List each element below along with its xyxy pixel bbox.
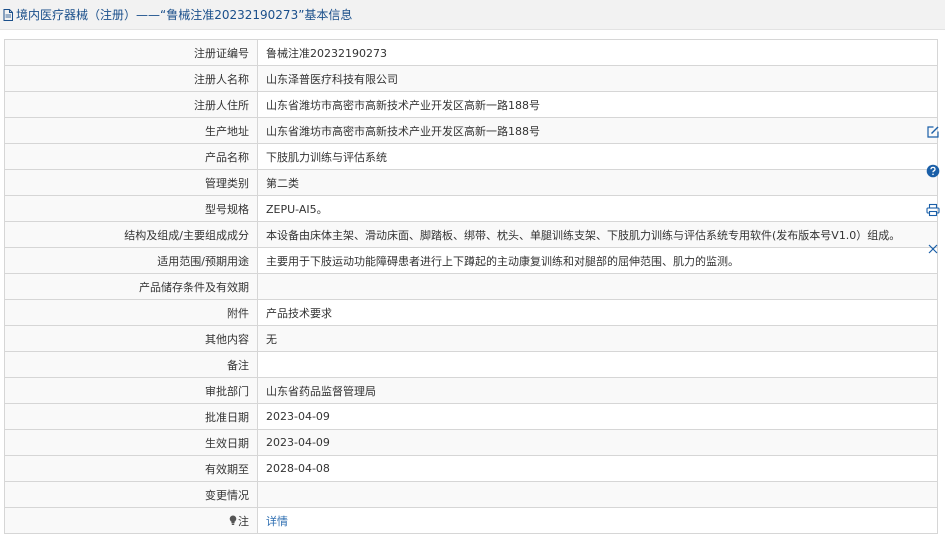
row-value-note: 详情 [257,507,938,534]
table-row: 注册人住所 山东省潍坊市高密市高新技术产业开发区高新一路188号 [4,91,938,118]
row-label-expiry-date: 有效期至 [4,455,258,482]
row-value-intended-use: 主要用于下肢运动功能障碍患者进行上下蹲起的主动康复训练和对腿部的屈伸范围、肌力的… [257,247,938,274]
row-value-management-class: 第二类 [257,169,938,196]
page-title: 境内医疗器械（注册）——“鲁械注准20232190273”基本信息 [16,8,353,22]
page-title-bar: 境内医疗器械（注册）——“鲁械注准20232190273”基本信息 [0,0,945,30]
print-icon [926,203,940,216]
row-value-expiry-date: 2028-04-08 [257,455,938,482]
table-row: 有效期至 2028-04-08 [4,455,938,482]
row-label-registrant-name: 注册人名称 [4,65,258,92]
row-label-registration-number: 注册证编号 [4,39,258,66]
row-value-attachment: 产品技术要求 [257,299,938,326]
table-row: 审批部门 山东省药品监督管理局 [4,377,938,404]
row-value-model-spec: ZEPU-AI5。 [257,195,938,222]
row-label-registrant-address: 注册人住所 [4,91,258,118]
table-row: 其他内容 无 [4,325,938,352]
row-value-approval-department: 山东省药品监督管理局 [257,377,938,404]
table-row: 变更情况 [4,481,938,508]
details-link[interactable]: 详情 [266,515,288,528]
table-row: 注 详情 [4,507,938,534]
table-row: 备注 [4,351,938,378]
row-value-other-content: 无 [257,325,938,352]
row-value-storage-validity [257,273,938,300]
row-value-registrant-name: 山东泽普医疗科技有限公司 [257,65,938,92]
print-button[interactable] [921,190,945,229]
row-label-model-spec: 型号规格 [4,195,258,222]
row-label-intended-use: 适用范围/预期用途 [4,247,258,274]
table-row: 适用范围/预期用途 主要用于下肢运动功能障碍患者进行上下蹲起的主动康复训练和对腿… [4,247,938,274]
row-value-registrant-address: 山东省潍坊市高密市高新技术产业开发区高新一路188号 [257,91,938,118]
table-row: 型号规格 ZEPU-AI5。 [4,195,938,222]
close-icon [928,244,938,253]
row-label-approval-department: 审批部门 [4,377,258,404]
row-label-product-name: 产品名称 [4,143,258,170]
detail-table: 注册证编号 鲁械注准20232190273 注册人名称 山东泽普医疗科技有限公司… [4,39,938,534]
row-label-structure-composition: 结构及组成/主要组成成分 [4,221,258,248]
help-button[interactable] [921,151,945,190]
row-value-remarks [257,351,938,378]
row-label-note: 注 [4,507,258,534]
edit-button[interactable] [921,112,945,151]
row-label-remarks: 备注 [4,351,258,378]
table-row: 管理类别 第二类 [4,169,938,196]
table-row: 产品名称 下肢肌力训练与评估系统 [4,143,938,170]
table-row: 结构及组成/主要组成成分 本设备由床体主架、滑动床面、脚踏板、绑带、枕头、单腿训… [4,221,938,248]
row-label-management-class: 管理类别 [4,169,258,196]
row-value-approval-date: 2023-04-09 [257,403,938,430]
table-row: 注册人名称 山东泽普医疗科技有限公司 [4,65,938,92]
row-value-structure-composition: 本设备由床体主架、滑动床面、脚踏板、绑带、枕头、单腿训练支架、下肢肌力训练与评估… [257,221,938,248]
row-label-effective-date: 生效日期 [4,429,258,456]
table-row: 附件 产品技术要求 [4,299,938,326]
table-row: 注册证编号 鲁械注准20232190273 [4,39,938,66]
side-toolbar [921,112,945,268]
help-icon [926,164,940,177]
row-value-production-address: 山东省潍坊市高密市高新技术产业开发区高新一路188号 [257,117,938,144]
row-label-other-content: 其他内容 [4,325,258,352]
lightbulb-icon [229,515,237,525]
close-button[interactable] [921,229,945,268]
row-value-registration-number: 鲁械注准20232190273 [257,39,938,66]
row-value-product-name: 下肢肌力训练与评估系统 [257,143,938,170]
table-row: 生效日期 2023-04-09 [4,429,938,456]
table-row: 产品储存条件及有效期 [4,273,938,300]
edit-icon [927,125,939,138]
row-label-change-status: 变更情况 [4,481,258,508]
row-value-effective-date: 2023-04-09 [257,429,938,456]
row-label-storage-validity: 产品储存条件及有效期 [4,273,258,300]
table-row: 生产地址 山东省潍坊市高密市高新技术产业开发区高新一路188号 [4,117,938,144]
row-value-change-status [257,481,938,508]
document-icon [3,8,13,21]
table-row: 批准日期 2023-04-09 [4,403,938,430]
row-label-production-address: 生产地址 [4,117,258,144]
row-label-approval-date: 批准日期 [4,403,258,430]
note-label: 注 [238,514,249,528]
row-label-attachment: 附件 [4,299,258,326]
